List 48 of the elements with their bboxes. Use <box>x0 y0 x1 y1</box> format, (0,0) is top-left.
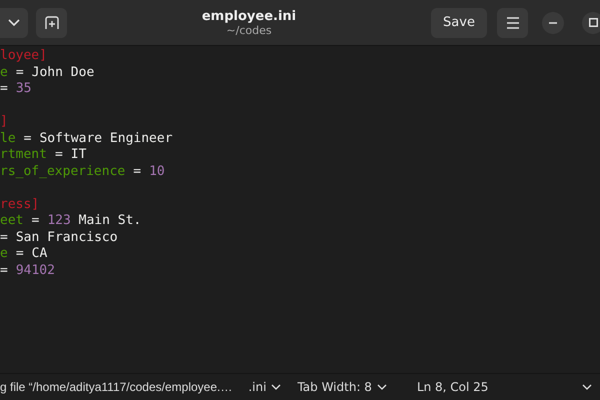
config-value: IT <box>70 147 86 164</box>
new-tab-icon <box>44 16 58 30</box>
equals-sign: = <box>16 64 24 81</box>
caret-icon <box>271 384 282 390</box>
config-value: Main St. <box>78 213 142 230</box>
equals-sign: = <box>0 262 8 279</box>
config-value: 94102 <box>16 262 55 279</box>
caret-icon <box>582 384 592 390</box>
config-value: 123 <box>47 213 71 230</box>
section-header: ] <box>0 114 8 130</box>
config-value: Software Engineer <box>39 130 173 147</box>
cursor-position[interactable]: Ln 8, Col 25 <box>408 380 496 394</box>
config-value: CA <box>32 246 48 262</box>
section-header: loyee] <box>0 48 47 64</box>
equals-sign: = <box>24 130 32 147</box>
window-title: employee.ini <box>202 8 296 24</box>
equals-sign: = <box>0 230 8 246</box>
config-key: le <box>0 130 16 147</box>
menu-button[interactable] <box>497 8 528 38</box>
config-key: e <box>0 246 8 262</box>
equals-sign: = <box>16 246 24 262</box>
file-path: ~/codes <box>226 24 272 36</box>
save-button[interactable]: Save <box>431 8 487 38</box>
equals-sign: = <box>31 213 40 230</box>
maximize-icon <box>588 18 598 27</box>
equals-sign: = <box>54 147 63 164</box>
equals-sign: = <box>133 164 142 180</box>
menu-icon <box>506 16 520 28</box>
new-tab-button[interactable] <box>36 8 67 38</box>
minimize-button[interactable] <box>542 12 564 34</box>
equals-sign: = <box>0 81 8 98</box>
dropdown-button[interactable] <box>0 8 28 38</box>
config-key: eet <box>0 213 24 230</box>
minimize-icon <box>549 22 557 24</box>
config-value: John Doe <box>32 64 94 81</box>
config-value: 35 <box>16 81 32 98</box>
caret-icon <box>376 384 387 390</box>
config-key: rs_of_experience <box>0 164 126 180</box>
language-dropdown[interactable]: .ini <box>240 380 290 394</box>
config-key: e <box>0 64 8 81</box>
config-value: 10 <box>149 164 165 180</box>
config-key: rtment <box>0 147 47 164</box>
config-value: San Francisco <box>16 230 118 246</box>
tab-width-dropdown[interactable]: Tab Width: 8 <box>289 380 395 394</box>
section-header: ress] <box>0 196 40 213</box>
caret-icon <box>8 18 20 26</box>
status-message: g file “/home/aditya1117/codes/employee.… <box>0 380 232 394</box>
maximize-button[interactable] <box>582 12 600 34</box>
